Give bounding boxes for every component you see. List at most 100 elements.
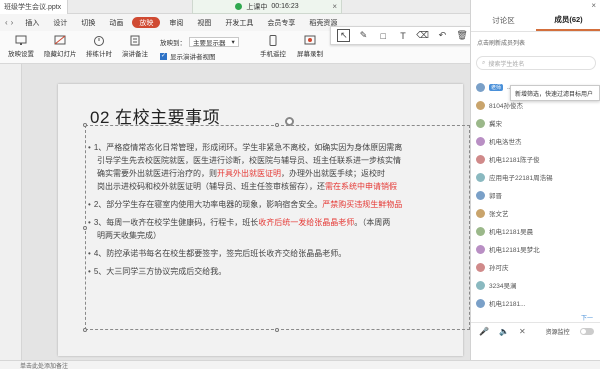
document-tab[interactable]: 班级学生会议.pptx	[0, 0, 69, 14]
bullet-text: 。（本周两	[354, 218, 391, 227]
present-to-row: 放映到： 主要显示器 ▾	[160, 37, 239, 47]
panel-bottom-bar: 🎤 🔈 ✕ 资源监控	[471, 322, 600, 340]
menu-design[interactable]: 设计	[46, 14, 74, 31]
member-row[interactable]: 应用电子22181周浩锡	[476, 170, 553, 184]
present-to-label: 放映到：	[160, 40, 186, 47]
member-name: 机电12181吴晨	[489, 229, 534, 236]
member-row[interactable]: 冀宋	[476, 116, 502, 130]
back-icon[interactable]: ‹	[5, 18, 8, 27]
text-icon[interactable]: T	[396, 29, 409, 42]
menu-animation[interactable]: 动画	[102, 14, 130, 31]
phone-remote-button[interactable]: 手机遥控	[260, 35, 286, 58]
bullet-line[interactable]: • 2、部分学生存在寝室内使用大功率电器的现象，影响宿舍安全。严禁购买违规生鲜物品	[88, 199, 402, 212]
annotation-toolbar: ↖ ✎ □ T ⌫ ↶ 🗑	[330, 26, 476, 45]
avatar	[476, 262, 485, 272]
member-row[interactable]: 张文艺	[476, 206, 509, 220]
tab-members[interactable]: 成员(62)	[536, 10, 600, 31]
chevron-down-icon: ▾	[231, 39, 235, 46]
bullet-line[interactable]: 确实需要外出就医进行治疗的，则开具外出就医证明，办理外出就医手续；返校时	[97, 168, 385, 181]
bullet-line[interactable]: • 3、每周一收齐在校学生健康码，行程卡，班长收齐后统一发给张晶晶老师。（本周两	[88, 217, 390, 230]
member-name: 冀宋	[489, 121, 502, 128]
resize-handle-t[interactable]	[275, 123, 279, 127]
microphone-icon[interactable]: 🎤	[479, 327, 489, 336]
notes-placeholder: 单击此处添加备注	[20, 363, 69, 369]
resource-monitor-toggle[interactable]	[579, 328, 594, 335]
slideshow-settings-button[interactable]: 放映设置	[8, 35, 34, 58]
hide-slide-label: 隐藏幻灯片	[44, 51, 77, 58]
menu-insert[interactable]: 插入	[18, 14, 46, 31]
menu-transition[interactable]: 切换	[74, 14, 102, 31]
resize-handle-b[interactable]	[275, 328, 279, 332]
member-row[interactable]: 机电12181陈子俊	[476, 152, 540, 166]
menu-member[interactable]: 会员专享	[260, 14, 302, 31]
panel-close-icon[interactable]: ×	[591, 1, 596, 10]
undo-icon[interactable]: ↶	[436, 29, 449, 42]
present-to-value: 主要显示器	[193, 40, 226, 47]
speaker-icon[interactable]: 🔈	[499, 327, 509, 336]
meeting-status-label: 上课中	[246, 3, 268, 11]
member-row[interactable]: 郭晋	[476, 188, 502, 202]
member-row[interactable]: 老师...	[476, 80, 512, 94]
member-row[interactable]: 机电12181吴晨	[476, 224, 533, 238]
member-row[interactable]: 机电12181...	[476, 296, 526, 310]
bullet-line[interactable]: 明两天收集完成）	[97, 230, 161, 243]
pen-icon[interactable]: ✎	[357, 29, 370, 42]
avatar	[476, 100, 485, 110]
member-row[interactable]: 机电洛世杰	[476, 134, 522, 148]
search-placeholder: 搜索学生姓名	[488, 61, 525, 68]
menu-developer[interactable]: 开发工具	[218, 14, 260, 31]
member-row[interactable]: 3234吴澜	[476, 278, 516, 292]
meeting-timer-bar: 上课中 00:16:23 ×	[192, 0, 342, 14]
bullet-text: 确实需要外出就医进行治疗的，则	[97, 169, 217, 178]
hide-slide-icon	[54, 35, 66, 46]
bullet-text: ，办理外出就医手续；返校时	[281, 169, 385, 178]
bullet-line[interactable]: 引导学生先去校医院就医，医生进行诊断，校医院与辅导员、班主任联系进一步核实情	[97, 155, 401, 168]
next-page-link[interactable]: 下一	[581, 313, 593, 322]
mute-icon[interactable]: ✕	[519, 327, 526, 336]
eraser-icon[interactable]: ⌫	[416, 29, 429, 42]
member-row[interactable]: 机电12181吴梦北	[476, 242, 540, 256]
document-tab-title: 班级学生会议.pptx	[4, 4, 62, 11]
member-name: 机电洛世杰	[489, 139, 522, 146]
class-side-panel: × 讨论区 成员(62) 点击刷新成员列表 ⌕ 搜索学生姓名 老师... 8104…	[470, 0, 600, 360]
close-icon[interactable]: ×	[332, 2, 337, 11]
bullet-line[interactable]: 岗出示进校码和校外就医证明（辅导员、班主任签审核留存），还需在系统中申请销假	[97, 181, 397, 194]
bullet-text: 5、大三同学三方协议完成后交给我。	[93, 267, 227, 276]
bullet-text: 1、严格疫情常态化日常管理，形成闭环。学生非紧急不离校，如确实因为身体原因需离	[93, 143, 403, 152]
forward-icon[interactable]: ›	[11, 18, 14, 27]
menu-review[interactable]: 审阅	[162, 14, 190, 31]
thumbnail-strip[interactable]	[0, 64, 22, 360]
resize-handle-bl[interactable]	[83, 328, 87, 332]
resize-handle-l[interactable]	[83, 226, 87, 230]
notes-bar[interactable]: 单击此处添加备注	[0, 360, 600, 369]
presenter-view-checkbox[interactable]: ✓	[160, 52, 167, 60]
resize-handle-tl[interactable]	[83, 123, 87, 127]
trash-icon[interactable]: 🗑	[456, 29, 469, 42]
member-search-input[interactable]: ⌕ 搜索学生姓名	[476, 56, 596, 70]
refresh-members-link[interactable]: 点击刷新成员列表	[477, 38, 525, 47]
rectangle-icon[interactable]: □	[377, 29, 390, 42]
presenter-view-row[interactable]: ✓ 显示演讲者视图	[160, 51, 216, 61]
present-to-select[interactable]: 主要显示器 ▾	[189, 37, 239, 47]
bullet-line[interactable]: • 5、大三同学三方协议完成后交给我。	[88, 266, 226, 279]
screen-record-label: 屏幕录制	[297, 51, 323, 58]
menu-view[interactable]: 视图	[190, 14, 218, 31]
bullet-text: 明两天收集完成）	[97, 231, 161, 240]
live-status-icon	[235, 3, 243, 10]
avatar	[476, 226, 485, 236]
bullet-dot: •	[88, 143, 91, 152]
screen-record-button[interactable]: 屏幕录制	[297, 35, 323, 58]
bullet-line[interactable]: • 4、防控承诺书每名在校生都要签字，签完后班长收齐交给张晶晶老师。	[88, 248, 346, 261]
avatar	[476, 154, 485, 164]
menu-slideshow[interactable]: 放映	[132, 17, 161, 28]
rehearse-timing-button[interactable]: 排练计时	[86, 35, 112, 58]
member-name: 3234吴澜	[489, 283, 517, 290]
hide-slide-button[interactable]: 隐藏幻灯片	[44, 35, 77, 58]
bullet-dot: •	[88, 200, 91, 209]
speaker-notes-button[interactable]: 演讲备注	[122, 35, 148, 58]
cursor-icon[interactable]: ↖	[337, 29, 351, 42]
member-row[interactable]: 孙可庆	[476, 260, 509, 274]
rotate-handle[interactable]	[285, 117, 294, 126]
tab-discussion[interactable]: 讨论区	[471, 10, 536, 31]
bullet-line[interactable]: • 1、严格疫情常态化日常管理，形成闭环。学生非紧急不离校，如确实因为身体原因需离	[88, 142, 402, 155]
